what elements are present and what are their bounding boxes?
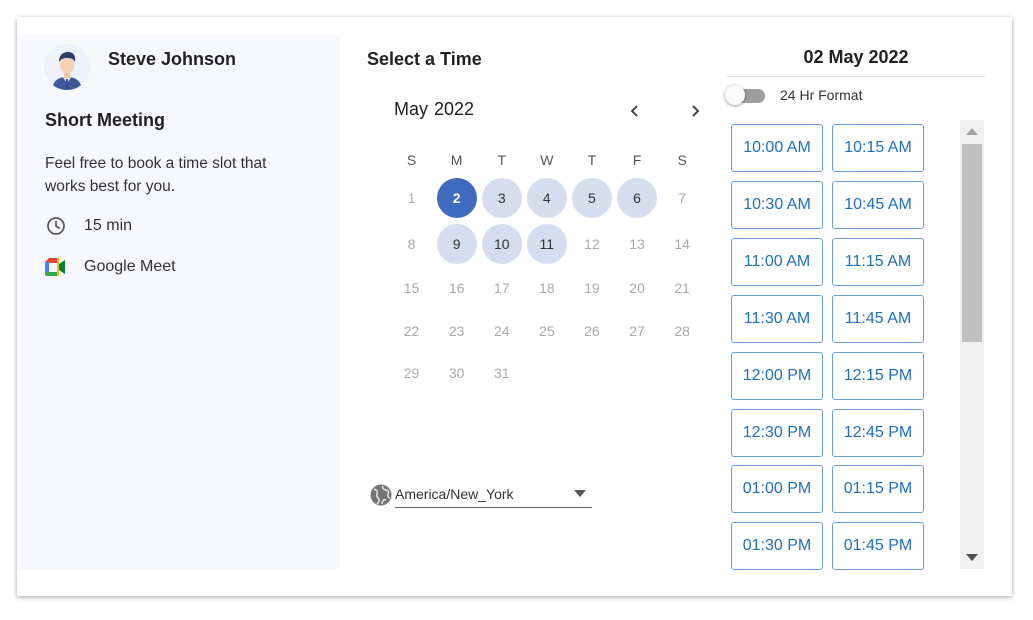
calendar-day-available[interactable]: 3 — [481, 178, 522, 218]
time-slot-button[interactable]: 12:15 PM — [832, 351, 924, 400]
month-name: May — [394, 99, 429, 119]
calendar-day: 22 — [403, 322, 420, 339]
toggle-switch[interactable] — [725, 85, 765, 105]
clock-icon — [45, 215, 67, 237]
time-slot-button[interactable]: 12:45 PM — [832, 408, 924, 457]
calendar-week-row: 29 30 31 — [389, 352, 705, 395]
calendar-day: 8 — [407, 236, 416, 252]
year-name: 2022 — [434, 99, 475, 119]
calendar-day: 18 — [539, 280, 555, 297]
calendar-day: 17 — [493, 280, 510, 297]
time-slot-button[interactable]: 11:15 AM — [832, 237, 924, 286]
time-slot-scrollbar[interactable] — [960, 120, 984, 569]
calendar-day: 13 — [629, 236, 645, 252]
calendar-day-available[interactable]: 10 — [481, 224, 522, 264]
time-slot-button[interactable]: 01:30 PM — [731, 522, 823, 571]
calendar-day: 25 — [539, 322, 555, 339]
next-month-button[interactable] — [683, 99, 707, 123]
calendar-day-selected[interactable]: 2 — [436, 178, 477, 218]
prev-month-button[interactable] — [623, 99, 647, 123]
calendar-day: 7 — [678, 190, 686, 206]
duration-row: 15 min — [45, 215, 132, 237]
time-slot-button[interactable]: 11:45 AM — [832, 294, 924, 343]
weekday-label: T — [587, 152, 597, 168]
time-slot-button[interactable]: 12:00 PM — [731, 351, 823, 400]
time-slot-button[interactable]: 10:15 AM — [832, 124, 924, 172]
calendar-day: 16 — [448, 280, 465, 297]
calendar-day: 20 — [629, 280, 645, 297]
calendar-day: 12 — [584, 236, 600, 252]
time-slot-button[interactable]: 01:15 PM — [832, 465, 924, 514]
select-time-heading: Select a Time — [367, 49, 482, 69]
calendar-grid: SMTWTFS 1 2 3 4 5 6 7 8 9 10 11 12 13 14 15 16 17 18 19 20 2… — [389, 145, 705, 395]
chevron-left-icon — [630, 105, 638, 117]
time-slot-button[interactable]: 11:00 AM — [731, 237, 823, 286]
google-meet-icon — [45, 256, 67, 278]
location-row: Google Meet — [45, 256, 176, 278]
timezone-selector[interactable]: America/New_York — [369, 481, 592, 508]
calendar-day: 1 — [407, 190, 416, 206]
weekday-label: T — [497, 152, 507, 168]
calendar-day: 26 — [584, 322, 600, 339]
calendar-day: 24 — [493, 322, 510, 339]
calendar-day: 14 — [674, 236, 690, 252]
timezone-value: America/New_York — [395, 486, 514, 502]
calendar-day: 15 — [403, 280, 420, 297]
duration-text: 15 min — [84, 217, 133, 234]
time-slot-button[interactable]: 10:00 AM — [731, 124, 823, 172]
selected-date-heading: 02 May 2022 — [727, 47, 985, 77]
timezone-select[interactable]: America/New_York — [395, 481, 592, 508]
scrollbar-thumb[interactable] — [962, 144, 982, 342]
dropdown-arrow-icon — [574, 490, 586, 497]
calendar-week-row: 1 23456 7 — [389, 175, 705, 221]
meeting-title: Short Meeting — [45, 110, 165, 130]
calendar-day: 31 — [493, 365, 510, 382]
weekday-label: M — [450, 152, 463, 168]
chevron-right-icon — [692, 105, 700, 117]
calendar-day-available[interactable]: 6 — [617, 178, 658, 218]
calendar-weeks: 1 2 3 4 5 6 7 8 9 10 11 12 13 14 15 16 17 18 19 20 21 22 23 24 2… — [389, 175, 705, 395]
toggle-knob — [725, 85, 745, 105]
calendar-day: 23 — [448, 322, 465, 339]
calendar-day-available[interactable]: 4 — [526, 178, 567, 218]
time-slot-button[interactable]: 01:00 PM — [731, 465, 823, 514]
calendar-day: 28 — [674, 322, 690, 339]
weekday-label: W — [540, 152, 554, 168]
booking-card: Steve Johnson Short Meeting Feel free to… — [17, 17, 1012, 596]
calendar-week-row: 15 16 17 18 19 20 21 — [389, 267, 705, 310]
time-slot-button[interactable]: 01:45 PM — [832, 522, 924, 571]
calendar-day: 30 — [448, 365, 465, 382]
weekday-label: S — [406, 152, 417, 168]
calendar-day: 27 — [629, 322, 645, 339]
calendar-week-row: 22 23 24 25 26 27 28 — [389, 310, 705, 353]
scroll-up-arrow-icon[interactable] — [966, 128, 978, 135]
time-slot-button[interactable]: 11:30 AM — [731, 294, 823, 343]
host-name: Steve Johnson — [108, 49, 237, 69]
calendar-day: 21 — [674, 280, 690, 297]
weekday-header: SMTWTFS — [389, 145, 705, 175]
time-format-label: 24 Hr Format — [780, 87, 863, 103]
calendar-month-label: May 2022 — [394, 99, 480, 120]
calendar-day-available[interactable]: 11 — [526, 224, 567, 264]
meeting-description: Feel free to book a time slot that works… — [45, 155, 267, 195]
time-slot-button[interactable]: 10:30 AM — [731, 180, 823, 229]
globe-icon — [369, 483, 393, 507]
calendar-day: 19 — [584, 280, 600, 297]
calendar-day: 29 — [403, 365, 420, 382]
time-slot-button[interactable]: 10:45 AM — [832, 180, 924, 229]
calendar-day-available[interactable]: 9 — [436, 224, 477, 264]
time-format-toggle[interactable]: 24 Hr Format — [725, 85, 863, 105]
calendar-day-available[interactable]: 5 — [571, 178, 612, 218]
person-avatar-icon — [44, 44, 90, 90]
weekday-label: S — [677, 152, 687, 168]
scroll-down-arrow-icon[interactable] — [966, 554, 978, 561]
weekday-label: F — [632, 152, 642, 168]
location-text: Google Meet — [84, 258, 176, 275]
time-slot-button[interactable]: 12:30 PM — [731, 408, 823, 457]
calendar-week-row: 8 9 10 11 12 13 14 — [389, 221, 705, 267]
